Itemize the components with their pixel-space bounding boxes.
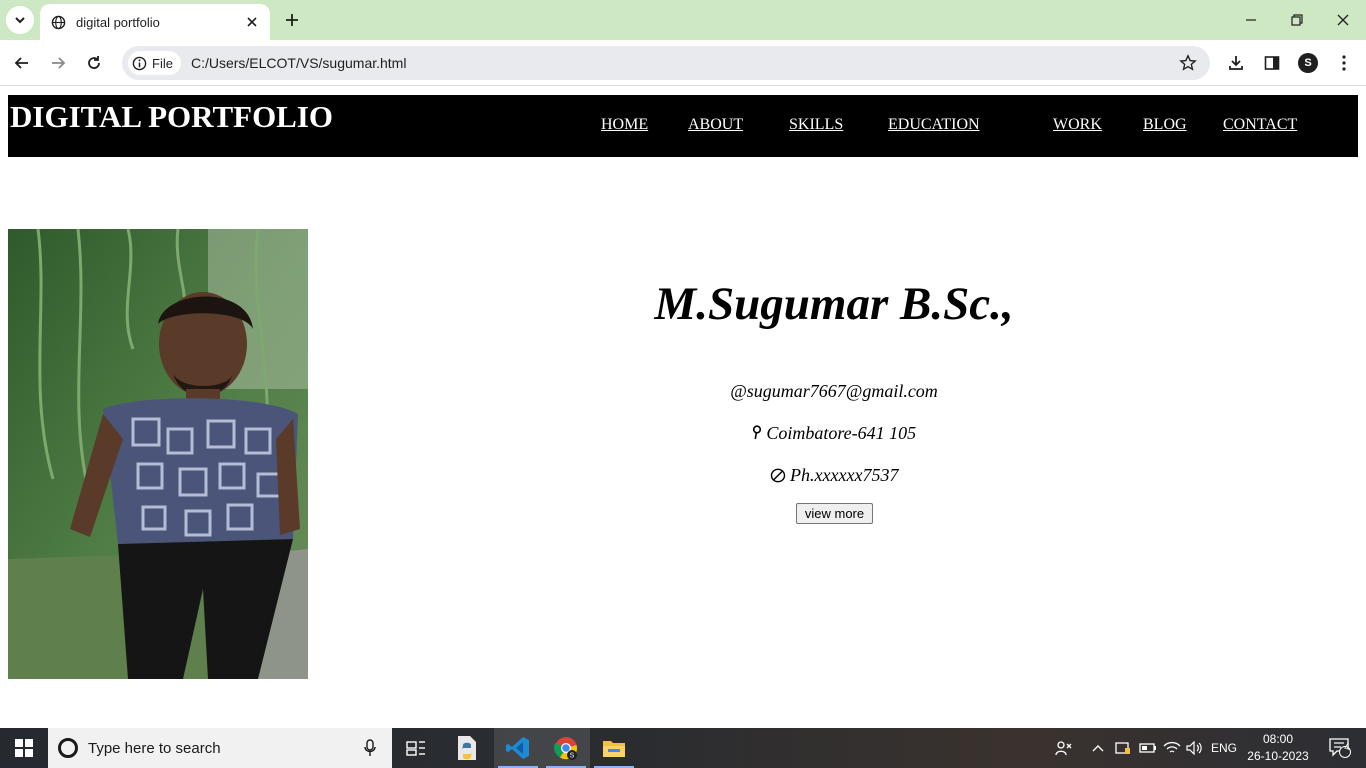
browser-toolbar: File C:/Users/ELCOT/VS/sugumar.html S	[0, 40, 1366, 86]
email-text: @sugumar7667@gmail.com	[730, 381, 938, 401]
bookmark-star-icon[interactable]	[1174, 49, 1202, 77]
address-bar[interactable]: File C:/Users/ELCOT/VS/sugumar.html	[122, 46, 1210, 80]
side-panel-icon[interactable]	[1258, 49, 1286, 77]
notification-count: 4	[1344, 742, 1350, 753]
language-indicator[interactable]: ENG	[1208, 728, 1240, 768]
vscode-icon[interactable]	[494, 728, 542, 768]
url-text[interactable]: C:/Users/ELCOT/VS/sugumar.html	[191, 55, 1174, 71]
nav-work[interactable]: WORK	[1053, 116, 1102, 134]
nav-home[interactable]: HOME	[601, 116, 648, 134]
globe-icon	[50, 14, 66, 30]
location-pin-icon	[752, 425, 761, 440]
profile-name: M.Sugumar B.Sc.,	[654, 278, 1014, 330]
browser-tab-strip: digital portfolio	[0, 0, 1366, 40]
profile-avatar[interactable]: S	[1298, 53, 1318, 73]
task-view-icon[interactable]	[392, 728, 440, 768]
clock-date: 26-10-2023	[1247, 749, 1309, 763]
people-icon[interactable]	[1050, 728, 1078, 768]
tab-search-button[interactable]	[6, 6, 34, 34]
python-file-icon[interactable]	[443, 728, 491, 768]
windows-taskbar: Type here to search S ENG 08:00 26-10-20…	[0, 728, 1366, 768]
new-tab-icon[interactable]	[280, 8, 304, 32]
restore-icon[interactable]	[1281, 6, 1313, 34]
site-info-chip[interactable]: File	[128, 51, 181, 75]
search-placeholder: Type here to search	[88, 739, 221, 757]
chevron-down-icon	[15, 17, 25, 24]
windows-start-icon[interactable]	[0, 728, 48, 768]
nav-education[interactable]: EDUCATION	[888, 116, 980, 134]
view-more-button[interactable]: view more	[796, 503, 873, 524]
browser-tab-active[interactable]: digital portfolio	[40, 4, 270, 40]
file-explorer-icon[interactable]	[590, 728, 638, 768]
phone-icon	[770, 468, 785, 483]
nav-blog[interactable]: BLOG	[1143, 116, 1187, 134]
location-line: Coimbatore-641 105	[584, 423, 1084, 444]
tab-title: digital portfolio	[76, 14, 160, 30]
nav-contact[interactable]: CONTACT	[1223, 116, 1297, 134]
page-viewport: DIGITAL PORTFOLIO HOME ABOUT SKILLS EDUC…	[0, 87, 1366, 728]
reload-icon[interactable]	[80, 49, 108, 77]
phone-text: Ph.xxxxxx7537	[790, 465, 899, 485]
search-circle-icon	[58, 738, 78, 758]
taskbar-search[interactable]: Type here to search	[48, 728, 392, 768]
kebab-menu-icon[interactable]	[1330, 49, 1358, 77]
chrome-icon[interactable]: S	[542, 728, 590, 768]
site-title: DIGITAL PORTFOLIO	[10, 99, 334, 134]
phone-line: Ph.xxxxxx7537	[584, 465, 1084, 486]
notification-center-icon[interactable]: 4	[1320, 728, 1360, 768]
nav-skills[interactable]: SKILLS	[789, 116, 843, 134]
language-text: ENG	[1210, 741, 1237, 755]
profile-photo	[8, 229, 308, 679]
location-text: Coimbatore-641 105	[766, 423, 917, 443]
info-icon	[132, 56, 147, 70]
forward-arrow-icon[interactable]	[44, 49, 72, 77]
microphone-icon[interactable]	[362, 738, 378, 758]
battery-icon[interactable]	[1137, 728, 1159, 768]
clock-time: 08:00	[1262, 732, 1294, 746]
site-chip-label: File	[152, 55, 173, 71]
close-window-icon[interactable]	[1327, 6, 1359, 34]
volume-icon[interactable]	[1184, 728, 1206, 768]
system-clock[interactable]: 08:00 26-10-2023	[1246, 731, 1310, 765]
close-tab-icon[interactable]	[244, 14, 260, 30]
email-line: @sugumar7667@gmail.com	[584, 381, 1084, 402]
chevron-up-icon[interactable]	[1088, 728, 1108, 768]
site-header: DIGITAL PORTFOLIO HOME ABOUT SKILLS EDUC…	[8, 95, 1358, 157]
download-icon[interactable]	[1222, 49, 1250, 77]
defender-icon[interactable]	[1112, 728, 1134, 768]
back-arrow-icon[interactable]	[8, 49, 36, 77]
nav-about[interactable]: ABOUT	[688, 116, 743, 134]
minimize-icon[interactable]	[1235, 6, 1267, 34]
svg-text:S: S	[570, 753, 575, 760]
wifi-icon[interactable]	[1161, 728, 1183, 768]
